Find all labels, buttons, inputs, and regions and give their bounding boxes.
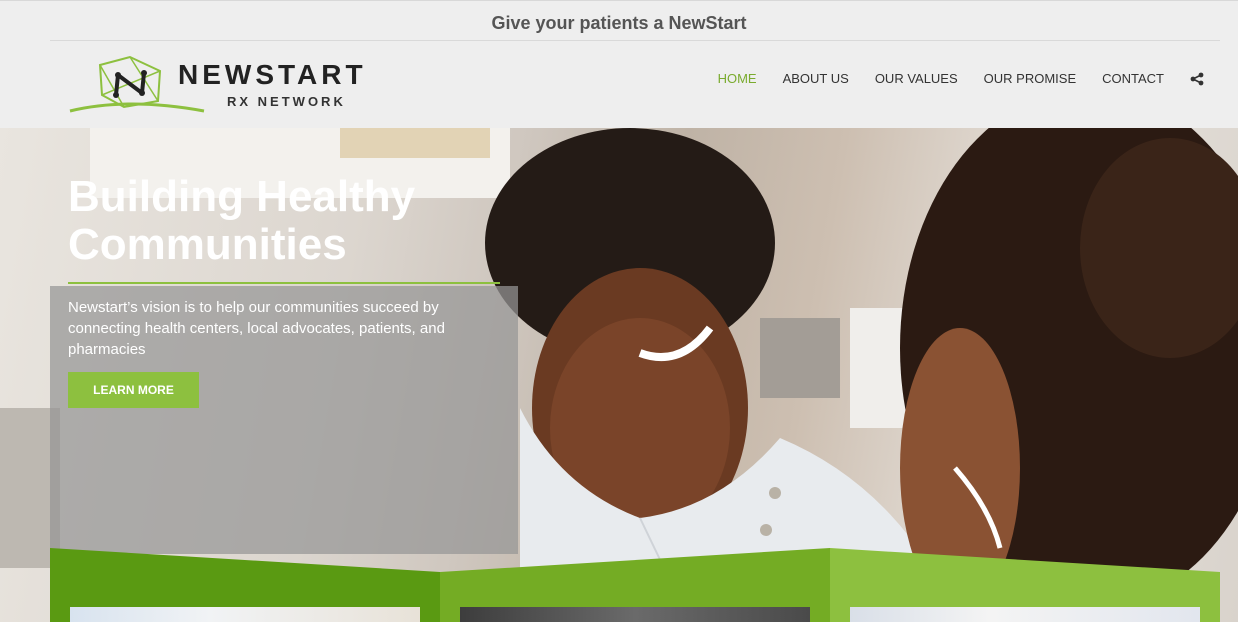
nav-our-values[interactable]: OUR VALUES	[875, 71, 958, 86]
feature-card-image-1[interactable]	[70, 607, 420, 622]
nav-contact[interactable]: CONTACT	[1102, 71, 1164, 86]
header-divider	[50, 40, 1220, 41]
hero-title: Building Healthy Communities	[68, 172, 416, 269]
site-header: Give your patients a NewStart NEWSTART R…	[0, 0, 1238, 128]
feature-card-image-3[interactable]	[850, 607, 1200, 622]
logo-wordmark: NEWSTART	[178, 59, 367, 90]
hero-description: Newstart’s vision is to help our communi…	[68, 299, 445, 358]
nav-about-us[interactable]: ABOUT US	[783, 71, 849, 86]
hero-divider	[68, 282, 500, 284]
feature-card-image-2[interactable]	[460, 607, 810, 622]
header-tagline: Give your patients a NewStart	[491, 13, 747, 33]
site-logo[interactable]: NEWSTART RX NETWORK	[68, 51, 408, 117]
share-icon[interactable]	[1190, 72, 1204, 86]
nav-our-promise[interactable]: OUR PROMISE	[984, 71, 1076, 86]
nav-home[interactable]: HOME	[718, 71, 757, 86]
main-nav: HOME ABOUT US OUR VALUES OUR PROMISE CON…	[692, 71, 1204, 86]
learn-more-button[interactable]: LEARN MORE	[68, 372, 199, 408]
logo-subtitle: RX NETWORK	[227, 94, 346, 109]
